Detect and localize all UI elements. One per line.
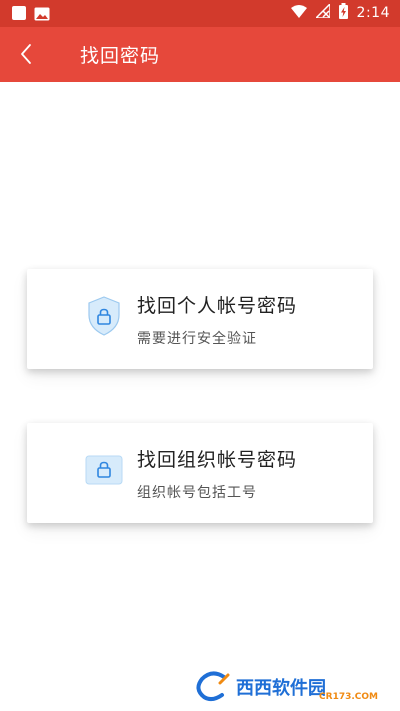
square-icon [12, 6, 26, 20]
back-button[interactable] [8, 36, 44, 72]
option-title: 找回个人帐号密码 [137, 295, 298, 317]
app-bar: 找回密码 [0, 27, 400, 82]
watermark-text: 西西软件园 [236, 678, 326, 699]
option-subtitle: 组织帐号包括工号 [137, 485, 257, 501]
watermark-logo: 西西软件园 CR173.COM [194, 670, 384, 704]
status-bar: 2:14 [0, 0, 400, 27]
option-subtitle: 需要进行安全验证 [137, 331, 257, 347]
logo-swirl-icon [196, 671, 230, 702]
organization-account-option[interactable]: 找回组织帐号密码 组织帐号包括工号 [27, 423, 373, 523]
no-signal-icon [313, 2, 331, 22]
image-icon [34, 6, 50, 21]
wifi-icon [290, 4, 307, 22]
page-title: 找回密码 [80, 45, 161, 67]
shield-lock-icon [85, 295, 123, 337]
status-right-icons: 2:14 [290, 2, 390, 23]
badge-lock-icon [85, 449, 123, 491]
option-title: 找回组织帐号密码 [137, 449, 298, 471]
watermark-subtext: CR173.COM [319, 692, 378, 702]
personal-account-option[interactable]: 找回个人帐号密码 需要进行安全验证 [27, 269, 373, 369]
status-time: 2:14 [356, 5, 390, 21]
battery-charging-icon [338, 3, 348, 23]
status-left-icons [12, 6, 50, 21]
chevron-left-icon [21, 44, 31, 64]
